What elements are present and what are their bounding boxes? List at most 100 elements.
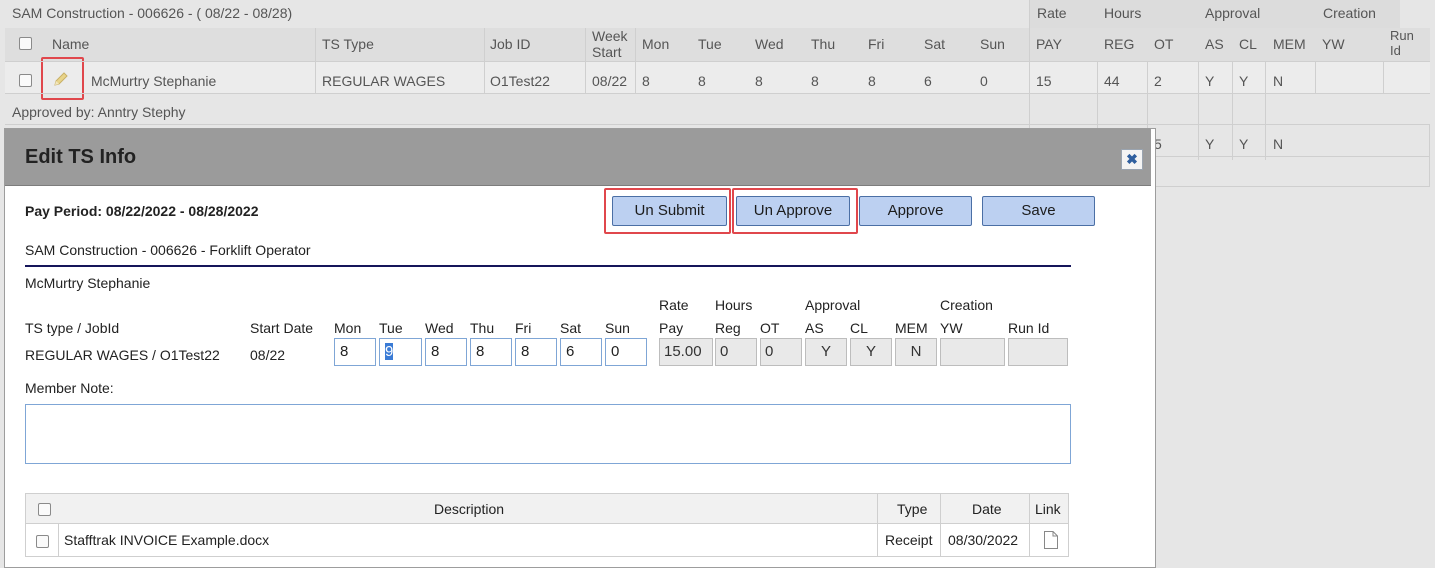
hdr-approval: Approval xyxy=(805,297,861,313)
save-button[interactable]: Save xyxy=(982,196,1095,226)
row-week-start: 08/22 xyxy=(592,73,628,89)
yw-field xyxy=(940,338,1005,366)
grid-divider xyxy=(1383,62,1384,93)
attachments-col-date: Date xyxy=(972,501,1002,517)
row-sat: 6 xyxy=(924,73,932,89)
col-tue[interactable]: Tue xyxy=(698,36,722,52)
wed-hours-input[interactable]: 8 xyxy=(425,338,467,366)
company-line: SAM Construction - 006626 - Forklift Ope… xyxy=(25,242,311,258)
group-title: SAM Construction - 006626 - ( 08/22 - 08… xyxy=(12,5,293,21)
row-thu: 8 xyxy=(811,73,819,89)
select-all-checkbox[interactable] xyxy=(19,37,32,50)
reg-hours-field: 0 xyxy=(715,338,757,366)
grid-divider xyxy=(1150,186,1430,187)
attachments-select-all-checkbox[interactable] xyxy=(38,503,51,516)
row-job-id: O1Test22 xyxy=(490,73,550,89)
hdr-wed: Wed xyxy=(425,320,454,336)
cl-approval-field: Y xyxy=(850,338,892,366)
hdr-tue: Tue xyxy=(379,320,403,336)
mem-approval-field: N xyxy=(895,338,937,366)
attachment-row-checkbox[interactable] xyxy=(36,535,49,548)
document-link-icon[interactable] xyxy=(1043,530,1059,550)
attachments-divider xyxy=(1029,493,1030,557)
hdr-hours: Hours xyxy=(715,297,753,313)
col-thu[interactable]: Thu xyxy=(811,36,835,52)
approved-by-text: Approved by: Anntry Stephy xyxy=(12,104,186,120)
member-note-textarea[interactable] xyxy=(25,404,1071,464)
dialog-title: Edit TS Info xyxy=(25,146,137,168)
col-mem[interactable]: MEM xyxy=(1273,36,1306,52)
attachments-col-link: Link xyxy=(1035,501,1061,517)
row2-cl: Y xyxy=(1239,136,1249,152)
grid-divider xyxy=(1265,62,1266,160)
col-sun[interactable]: Sun xyxy=(980,36,1005,52)
hdr-rate: Rate xyxy=(659,297,689,313)
dialog-header: Edit TS Info ✖ xyxy=(5,129,1151,186)
col-cl[interactable]: CL xyxy=(1239,36,1257,52)
grid-divider xyxy=(1232,62,1233,160)
col-ts-type[interactable]: TS Type xyxy=(322,36,374,52)
col-reg[interactable]: REG xyxy=(1104,36,1134,52)
ot-hours-field: 0 xyxy=(760,338,802,366)
col-yw[interactable]: YW xyxy=(1322,36,1345,52)
grid-divider xyxy=(1150,156,1430,157)
row-checkbox[interactable] xyxy=(19,74,32,87)
unapprove-highlight xyxy=(732,188,858,234)
thu-hours-input[interactable]: 8 xyxy=(470,338,512,366)
grid-divider xyxy=(1315,62,1316,93)
mon-hours-input[interactable]: 8 xyxy=(334,338,376,366)
hdr-sun: Sun xyxy=(605,320,630,336)
grid-data-row[interactable] xyxy=(5,62,1430,93)
col-job-id[interactable]: Job ID xyxy=(490,36,530,52)
row-tue: 8 xyxy=(698,73,706,89)
grid-divider xyxy=(5,61,1430,62)
pay-rate-field: 15.00 xyxy=(659,338,713,366)
col-sat[interactable]: Sat xyxy=(924,36,945,52)
start-date-value: 08/22 xyxy=(250,347,286,363)
row-sun: 0 xyxy=(980,73,988,89)
row-mon: 8 xyxy=(642,73,650,89)
employee-name: McMurtry Stephanie xyxy=(25,275,151,291)
row-name: McMurtry Stephanie xyxy=(91,73,217,89)
edit-ts-dialog: Edit TS Info ✖ Pay Period: 08/22/2022 - … xyxy=(4,128,1156,568)
col-ot[interactable]: OT xyxy=(1154,36,1173,52)
sat-hours-input[interactable]: 6 xyxy=(560,338,602,366)
grid-divider xyxy=(5,124,1430,125)
pay-period: Pay Period: 08/22/2022 - 08/28/2022 xyxy=(25,203,259,219)
col-mon[interactable]: Mon xyxy=(642,36,669,52)
row2-mem: N xyxy=(1273,136,1284,152)
run-id-field xyxy=(1008,338,1068,366)
grid-divider xyxy=(1429,125,1430,187)
col-wed[interactable]: Wed xyxy=(755,36,784,52)
row-fri: 8 xyxy=(868,73,876,89)
col-fri[interactable]: Fri xyxy=(868,36,884,52)
col-as[interactable]: AS xyxy=(1205,36,1224,52)
col-pay[interactable]: PAY xyxy=(1036,36,1062,52)
row-ts-type: REGULAR WAGES xyxy=(322,73,446,89)
row2-as: Y xyxy=(1205,136,1215,152)
fri-hours-input[interactable]: 8 xyxy=(515,338,557,366)
col-run-id[interactable]: Run Id xyxy=(1390,28,1414,58)
as-approval-field: Y xyxy=(805,338,847,366)
close-icon[interactable]: ✖ xyxy=(1121,149,1143,170)
hdr-cl: CL xyxy=(850,320,868,336)
attachment-row[interactable]: Stafftrak INVOICE Example.docx Receipt 0… xyxy=(25,524,1069,557)
col-week-start[interactable]: Week Start xyxy=(592,28,628,60)
hdr-run-id: Run Id xyxy=(1008,320,1050,336)
attachment-type: Receipt xyxy=(885,532,933,548)
row-wed: 8 xyxy=(755,73,763,89)
group-header-creation: Creation xyxy=(1323,5,1376,21)
group-header-approval: Approval xyxy=(1205,5,1261,21)
col-name[interactable]: Name xyxy=(52,36,89,52)
hdr-thu: Thu xyxy=(470,320,495,336)
member-note-label: Member Note: xyxy=(25,380,114,396)
approve-button[interactable]: Approve xyxy=(859,196,972,226)
sun-hours-input[interactable]: 0 xyxy=(605,338,647,366)
tue-hours-input[interactable]: 9 xyxy=(379,338,422,366)
row-as: Y xyxy=(1205,73,1215,89)
hdr-reg: Reg xyxy=(715,320,741,336)
hdr-as: AS xyxy=(805,320,824,336)
hdr-ot: OT xyxy=(760,320,780,336)
attachments-table: Description Type Date Link Stafftrak INV… xyxy=(25,493,1069,563)
group-header-rate: Rate xyxy=(1037,5,1067,21)
